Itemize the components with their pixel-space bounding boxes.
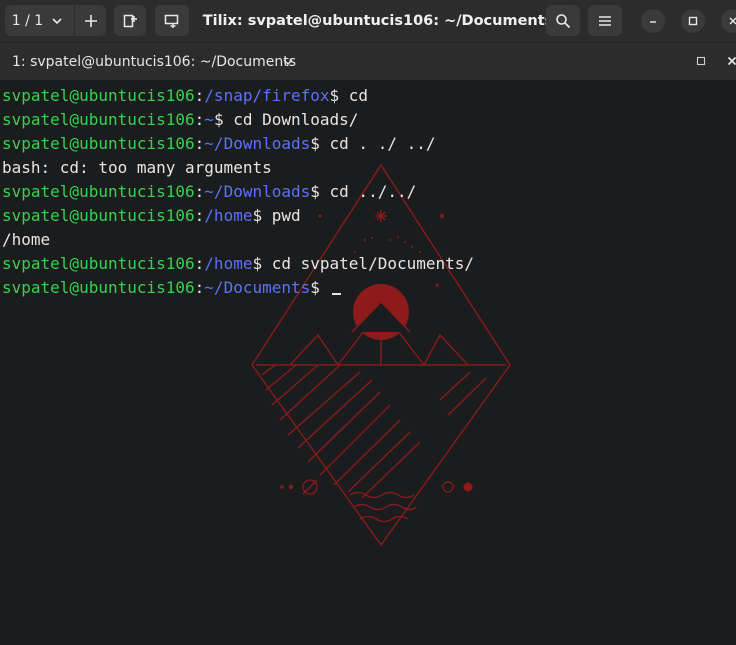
prompt-path: ~/Downloads (204, 134, 311, 153)
prompt-separator: : (194, 182, 205, 201)
prompt-line: svpatel@ubuntucis106:~/Downloads$ cd ../… (2, 180, 474, 204)
text-cursor (331, 293, 341, 295)
prompt-line: svpatel@ubuntucis106:~/Downloads$ cd . .… (2, 132, 474, 156)
prompt-symbol: $ (329, 86, 349, 105)
maximize-button[interactable] (681, 9, 705, 33)
minimize-icon (650, 21, 656, 23)
prompt-separator: : (194, 110, 205, 129)
prompt-user-host: svpatel@ubuntucis106 (2, 86, 195, 105)
prompt-path: ~/Documents (204, 278, 311, 297)
prompt-user-host: svpatel@ubuntucis106 (2, 182, 195, 201)
prompt-separator: : (194, 86, 205, 105)
prompt-line: svpatel@ubuntucis106:/home$ pwd (2, 204, 474, 228)
prompt-user-host: svpatel@ubuntucis106 (2, 206, 195, 225)
command-text: cd Downloads/ (233, 110, 359, 129)
header-bar: 1 / 1 Tilix: svpatel@ubuntucis106: ~/Doc… (0, 0, 736, 42)
terminal-maximize-icon[interactable] (696, 56, 707, 67)
output-text: /home (2, 230, 51, 249)
prompt-symbol: $ (252, 254, 272, 273)
split-right-button[interactable] (114, 5, 146, 36)
prompt-symbol: $ (213, 110, 234, 129)
terminal-view[interactable]: svpatel@ubuntucis106:/snap/firefox$ cd sv… (0, 80, 736, 645)
command-text: cd ../../ (329, 182, 417, 201)
prompt-separator: : (194, 206, 205, 225)
prompt-line: svpatel@ubuntucis106:/home$ cd svpatel/D… (2, 252, 474, 276)
split-down-icon (164, 14, 179, 28)
split-right-icon (123, 14, 137, 27)
split-down-button[interactable] (155, 5, 189, 36)
prompt-path: /snap/firefox (204, 86, 330, 105)
command-text: cd (348, 86, 369, 105)
command-text: pwd (271, 206, 301, 225)
prompt-line: svpatel@ubuntucis106:~$ cd Downloads/ (2, 108, 474, 132)
command-text: cd . ./ ../ (329, 134, 436, 153)
prompt-user-host: svpatel@ubuntucis106 (2, 278, 195, 297)
prompt-path: ~ (204, 110, 214, 129)
output-line: bash: cd: too many arguments (2, 156, 474, 180)
prompt-line: svpatel@ubuntucis106:~/Documents$ (2, 276, 474, 300)
main-menu-button[interactable] (588, 5, 622, 36)
prompt-user-host: svpatel@ubuntucis106 (2, 254, 195, 273)
output-line: /home (2, 228, 474, 252)
terminal-title[interactable]: 1: svpatel@ubuntucis106: ~/Documents (12, 43, 296, 81)
prompt-symbol: $ (310, 134, 330, 153)
plus-icon (84, 14, 97, 27)
prompt-symbol: $ (310, 182, 330, 201)
maximize-icon (688, 16, 698, 26)
prompt-separator: : (194, 278, 205, 297)
search-icon (556, 13, 571, 28)
prompt-path: ~/Downloads (204, 182, 311, 201)
chevron-down-icon[interactable] (282, 56, 294, 68)
terminal-close-icon[interactable] (727, 56, 736, 67)
terminal-title-bar: 1: svpatel@ubuntucis106: ~/Documents (0, 42, 736, 80)
chevron-down-icon (52, 17, 62, 24)
prompt-symbol: $ (310, 278, 330, 297)
session-count: 1 / 1 (11, 12, 44, 29)
prompt-separator: : (194, 254, 205, 273)
minimize-button[interactable] (641, 9, 665, 33)
close-icon (729, 17, 736, 25)
add-session-button[interactable] (75, 5, 106, 36)
hamburger-menu-icon (599, 15, 611, 26)
prompt-separator: : (194, 134, 205, 153)
prompt-user-host: svpatel@ubuntucis106 (2, 110, 195, 129)
prompt-user-host: svpatel@ubuntucis106 (2, 134, 195, 153)
terminal-output: svpatel@ubuntucis106:/snap/firefox$ cd sv… (2, 84, 474, 300)
search-button[interactable] (546, 5, 580, 36)
command-text: cd svpatel/Documents/ (271, 254, 475, 273)
prompt-path: /home (204, 254, 253, 273)
session-switcher-button[interactable]: 1 / 1 (5, 5, 75, 36)
close-button[interactable] (721, 9, 736, 33)
prompt-symbol: $ (252, 206, 272, 225)
prompt-path: /home (204, 206, 253, 225)
output-text: bash: cd: too many arguments (2, 158, 272, 177)
window-title: Tilix: svpatel@ubuntucis106: ~/Documents (202, 13, 554, 29)
prompt-line: svpatel@ubuntucis106:/snap/firefox$ cd (2, 84, 474, 108)
